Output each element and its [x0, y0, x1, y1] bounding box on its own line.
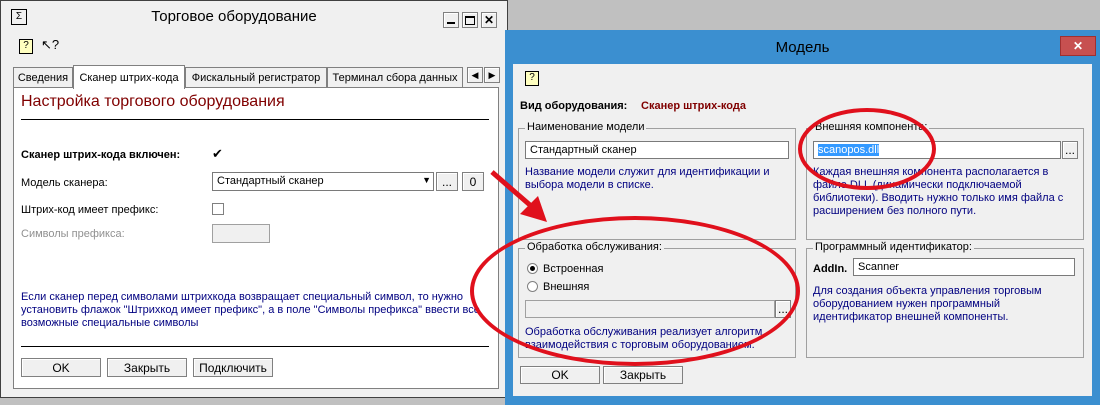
- tab-barcode-scanner[interactable]: Сканер штрих-кода: [73, 65, 185, 89]
- tab-label: Сканер штрих-кода: [79, 71, 179, 84]
- annotation-arrow: [490, 170, 547, 222]
